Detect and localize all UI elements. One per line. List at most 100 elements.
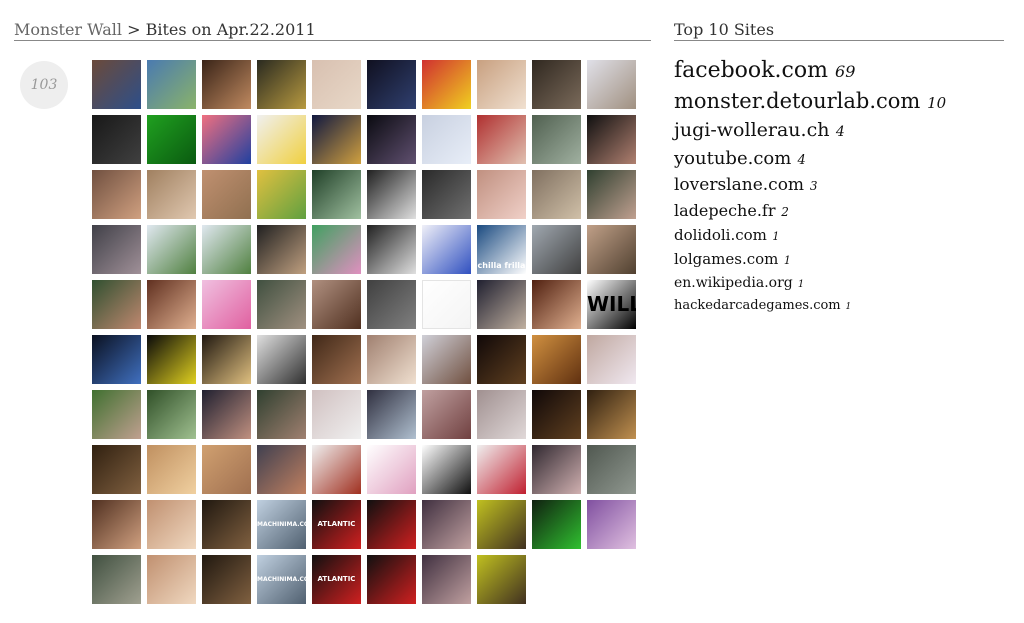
bite-thumbnail[interactable] [367, 225, 416, 274]
bite-thumbnail[interactable] [532, 225, 581, 274]
bite-thumbnail[interactable] [532, 60, 581, 109]
bite-thumbnail[interactable] [202, 500, 251, 549]
bite-thumbnail[interactable] [422, 500, 471, 549]
bite-thumbnail[interactable] [367, 390, 416, 439]
top-site-link[interactable]: youtube.com [674, 148, 791, 169]
bite-thumbnail[interactable] [312, 115, 361, 164]
bite-thumbnail[interactable]: MACHINIMA.COM [257, 500, 306, 549]
bite-thumbnail[interactable] [532, 500, 581, 549]
bite-thumbnail[interactable] [92, 280, 141, 329]
bite-thumbnail[interactable] [587, 500, 636, 549]
bite-thumbnail[interactable] [202, 60, 251, 109]
bite-thumbnail[interactable] [367, 335, 416, 384]
bite-thumbnail[interactable]: ATLANTIC [312, 555, 361, 604]
bite-thumbnail[interactable] [422, 390, 471, 439]
top-site-link[interactable]: jugi-wollerau.ch [674, 119, 829, 141]
bite-thumbnail[interactable] [312, 445, 361, 494]
top-site-link[interactable]: loverslane.com [674, 175, 804, 195]
breadcrumb-root-link[interactable]: Monster Wall [14, 20, 122, 39]
bite-thumbnail[interactable] [202, 445, 251, 494]
bite-thumbnail[interactable] [367, 500, 416, 549]
bite-thumbnail[interactable] [92, 390, 141, 439]
top-site-link[interactable]: facebook.com [674, 58, 828, 83]
top-site-link[interactable]: ladepeche.fr [674, 201, 775, 220]
bite-thumbnail[interactable] [367, 60, 416, 109]
bite-thumbnail[interactable] [92, 170, 141, 219]
bite-thumbnail[interactable] [367, 445, 416, 494]
bite-thumbnail[interactable] [587, 60, 636, 109]
bite-thumbnail[interactable] [477, 115, 526, 164]
bite-thumbnail[interactable] [312, 280, 361, 329]
bite-thumbnail[interactable] [257, 170, 306, 219]
bite-thumbnail[interactable] [532, 170, 581, 219]
bite-thumbnail[interactable] [587, 335, 636, 384]
bite-thumbnail[interactable] [92, 60, 141, 109]
bite-thumbnail[interactable]: ATLANTIC [312, 500, 361, 549]
bite-thumbnail[interactable] [147, 170, 196, 219]
bite-thumbnail[interactable] [92, 115, 141, 164]
bite-thumbnail[interactable] [477, 335, 526, 384]
bite-thumbnail[interactable] [367, 280, 416, 329]
bite-thumbnail[interactable] [202, 115, 251, 164]
bite-thumbnail[interactable] [477, 170, 526, 219]
bite-thumbnail[interactable] [477, 390, 526, 439]
bite-thumbnail[interactable] [92, 225, 141, 274]
bite-thumbnail[interactable] [202, 555, 251, 604]
bite-thumbnail[interactable] [147, 115, 196, 164]
bite-thumbnail[interactable] [147, 445, 196, 494]
bite-thumbnail[interactable] [202, 280, 251, 329]
bite-thumbnail[interactable] [312, 335, 361, 384]
bite-thumbnail[interactable] [147, 555, 196, 604]
top-site-link[interactable]: dolidoli.com [674, 226, 767, 244]
bite-thumbnail[interactable] [147, 500, 196, 549]
bite-thumbnail[interactable] [477, 500, 526, 549]
bite-thumbnail[interactable]: WILL [587, 280, 636, 329]
bite-thumbnail[interactable] [257, 115, 306, 164]
bite-thumbnail[interactable] [147, 335, 196, 384]
bite-thumbnail[interactable] [147, 225, 196, 274]
bite-thumbnail[interactable] [257, 280, 306, 329]
bite-thumbnail[interactable] [312, 170, 361, 219]
bite-thumbnail[interactable] [312, 225, 361, 274]
top-site-link[interactable]: lolgames.com [674, 250, 778, 268]
bite-thumbnail[interactable] [257, 225, 306, 274]
bite-thumbnail[interactable] [202, 170, 251, 219]
bite-thumbnail[interactable] [532, 280, 581, 329]
bite-thumbnail[interactable] [257, 60, 306, 109]
bite-thumbnail[interactable]: chilla frilla [477, 225, 526, 274]
bite-thumbnail[interactable] [532, 445, 581, 494]
bite-thumbnail[interactable] [422, 280, 471, 329]
bite-thumbnail[interactable] [422, 335, 471, 384]
bite-thumbnail[interactable] [422, 170, 471, 219]
bite-thumbnail[interactable]: MACHINIMA.COM [257, 555, 306, 604]
bite-thumbnail[interactable] [477, 555, 526, 604]
bite-thumbnail[interactable] [422, 555, 471, 604]
bite-thumbnail[interactable] [367, 555, 416, 604]
bite-thumbnail[interactable] [532, 390, 581, 439]
bite-thumbnail[interactable] [587, 390, 636, 439]
bite-thumbnail[interactable] [532, 335, 581, 384]
bite-thumbnail[interactable] [312, 390, 361, 439]
bite-thumbnail[interactable] [422, 60, 471, 109]
bite-thumbnail[interactable] [147, 280, 196, 329]
bite-thumbnail[interactable] [257, 335, 306, 384]
bite-thumbnail[interactable] [367, 115, 416, 164]
bite-thumbnail[interactable] [477, 60, 526, 109]
bite-thumbnail[interactable] [422, 445, 471, 494]
bite-thumbnail[interactable] [257, 390, 306, 439]
bite-thumbnail[interactable] [587, 115, 636, 164]
bite-thumbnail[interactable] [92, 445, 141, 494]
bite-thumbnail[interactable] [257, 445, 306, 494]
bite-thumbnail[interactable] [422, 225, 471, 274]
top-site-link[interactable]: en.wikipedia.org [674, 275, 793, 291]
bite-thumbnail[interactable] [92, 500, 141, 549]
bite-thumbnail[interactable] [92, 555, 141, 604]
bite-thumbnail[interactable] [422, 115, 471, 164]
top-site-link[interactable]: monster.detourlab.com [674, 89, 920, 113]
bite-thumbnail[interactable] [147, 390, 196, 439]
bite-thumbnail[interactable] [367, 170, 416, 219]
bite-thumbnail[interactable] [202, 225, 251, 274]
bite-thumbnail[interactable] [532, 115, 581, 164]
bite-thumbnail[interactable] [202, 335, 251, 384]
bite-thumbnail[interactable] [587, 170, 636, 219]
